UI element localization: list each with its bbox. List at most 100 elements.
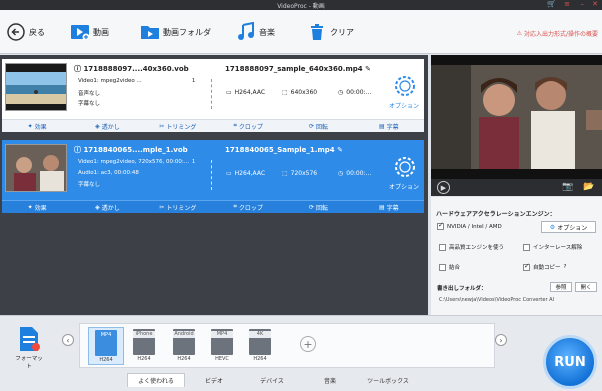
bottom-panel: フォーマット ‹ MP4 H264 iPhone H264 Android H2… <box>0 315 602 391</box>
track-badge: 1 <box>192 159 196 165</box>
add-music-button[interactable]: 音楽 <box>236 22 275 42</box>
add-preset-icon[interactable]: + <box>300 336 316 352</box>
clock-icon: ◷ <box>338 170 344 177</box>
open-folder-button[interactable]: 開く <box>575 282 597 292</box>
preset-android[interactable]: Android H264 <box>166 327 202 365</box>
audio-track-info[interactable]: 音声なし <box>78 89 100 97</box>
open-folder-icon[interactable]: 📂 <box>583 182 594 192</box>
convert-arrow <box>200 160 212 190</box>
help-link[interactable]: ⚠ 対応入出力形式/操作の概要 <box>517 29 598 38</box>
video-track-info: Video1: mpeg2video, 720x576, 00:00:... <box>78 159 189 165</box>
snapshot-camera-icon[interactable]: 📷 <box>562 182 573 192</box>
add-video-folder-button[interactable]: 動画フォルダ <box>140 22 211 42</box>
minimize-icon[interactable]: – <box>581 0 585 8</box>
output-codec: ▭ H264,AAC <box>226 170 266 177</box>
crop-button[interactable]: ⌗ クロップ <box>213 120 283 132</box>
effects-button[interactable]: ✦ 効果 <box>2 120 72 132</box>
run-button[interactable]: RUN <box>543 335 597 389</box>
preset-doc-icon: MP4 <box>211 329 233 355</box>
merge-checkbox[interactable]: 結合 <box>439 263 460 271</box>
list-item[interactable]: ⓘ 1718840065....mple_1.vob Video1: mpeg2… <box>2 140 424 213</box>
help-question-icon[interactable]: ? <box>564 264 567 270</box>
watermark-button[interactable]: ◈ 透かし <box>72 201 142 213</box>
preset-4k[interactable]: 4K H264 <box>242 327 278 365</box>
preset-doc-icon: iPhone <box>133 329 155 355</box>
subtitle-button[interactable]: ▤ 字幕 <box>354 201 424 213</box>
warning-icon: ⚠ <box>516 30 522 37</box>
format-button[interactable]: フォーマット <box>13 326 45 370</box>
trim-button[interactable]: ✂ トリミング <box>143 201 213 213</box>
clear-button[interactable]: クリア <box>307 22 354 42</box>
auto-copy-check-icon[interactable] <box>523 262 530 271</box>
video-thumbnail <box>5 144 67 192</box>
subtitle-icon: ▤ <box>378 203 385 211</box>
hq-engine-check-icon[interactable] <box>439 243 446 251</box>
settings-panel: ハードウェアアクセラレーションエンジン： NVIDIA / Intel / AM… <box>431 197 602 315</box>
play-icon[interactable]: ▶ <box>437 181 450 194</box>
video-preview <box>431 55 602 179</box>
tab-toolbox[interactable]: ツールボックス <box>359 373 417 387</box>
subtitle-track-info[interactable]: 字幕なし <box>78 180 100 188</box>
codec-option-gear-icon[interactable] <box>394 75 416 97</box>
rotate-button[interactable]: ⟳ 回転 <box>283 120 353 132</box>
format-label: フォーマット <box>15 356 43 370</box>
output-folder-label: 書き出しフォルダ： <box>437 286 487 292</box>
edit-pencil-icon[interactable]: ✎ <box>365 65 371 73</box>
subtitle-track-info[interactable]: 字幕なし <box>78 99 100 107</box>
preset-doc-icon: MP4 <box>95 330 117 356</box>
output-file-name[interactable]: 1718888097_sample_640x360.mp4 ✎ <box>225 65 371 73</box>
effects-button[interactable]: ✦ 効果 <box>2 201 72 213</box>
trim-button[interactable]: ✂ トリミング <box>143 120 213 132</box>
edit-pencil-icon[interactable]: ✎ <box>337 146 343 154</box>
output-duration: ◷ 00:00:... <box>338 89 372 96</box>
hw-accel-title: ハードウェアアクセラレーションエンジン： <box>436 211 556 218</box>
format-doc-icon <box>20 327 40 351</box>
presets-next-button[interactable]: › <box>495 334 507 346</box>
deinterlace-check-icon[interactable] <box>523 243 530 251</box>
gpu-check-icon[interactable] <box>437 221 444 230</box>
tab-music[interactable]: 音楽 <box>301 373 359 387</box>
tab-popular[interactable]: よく使われる <box>127 373 185 387</box>
source-file-name: ⓘ 1718840065....mple_1.vob <box>74 146 188 154</box>
cart-icon[interactable]: 🛒 <box>547 0 556 8</box>
output-file-name[interactable]: 1718840065_Sample_1.mp4 ✎ <box>225 146 343 154</box>
deinterlace-checkbox[interactable]: インターレース解除 <box>523 243 582 251</box>
subtitle-button[interactable]: ▤ 字幕 <box>354 120 424 132</box>
list-item[interactable]: ⓘ 1718888097....40x360.vob Video1: mpeg2… <box>2 59 424 132</box>
resolution-icon: ⬚ <box>282 170 288 177</box>
tab-device[interactable]: デバイス <box>243 373 301 387</box>
output-codec: ▭ H264,AAC <box>226 89 266 96</box>
toolbar: 戻る 動画 動画フォルダ 音楽 クリア ⚠ 対応入出力形式/操作の概要 <box>0 10 602 54</box>
preset-iphone[interactable]: iPhone H264 <box>126 327 162 365</box>
merge-check-icon[interactable] <box>439 263 446 271</box>
video-label: 動画 <box>93 27 109 37</box>
hq-engine-checkbox[interactable]: 高品質エンジンを使う <box>439 243 504 251</box>
auto-copy-checkbox[interactable]: 自動コピー ? <box>523 262 567 271</box>
chevron-right-icon: › <box>499 335 503 345</box>
preset-mp4-hevc[interactable]: MP4 HEVC <box>204 327 240 365</box>
option-label[interactable]: オプション <box>389 101 419 110</box>
option-label[interactable]: オプション <box>389 182 419 191</box>
gear-icon: ⚙ <box>549 223 556 231</box>
codec-option-gear-icon[interactable] <box>394 156 416 178</box>
gpu-checkbox[interactable]: NVIDIA / Intel / AMD <box>437 221 502 230</box>
preset-doc-icon: 4K <box>249 329 271 355</box>
presets-prev-button[interactable]: ‹ <box>62 334 74 346</box>
hw-option-button[interactable]: ⚙ オプション <box>541 221 596 233</box>
watermark-button[interactable]: ◈ 透かし <box>72 120 142 132</box>
rotate-button[interactable]: ⟳ 回転 <box>283 201 353 213</box>
menu-icon[interactable]: ≡ <box>564 0 570 8</box>
crop-button[interactable]: ⌗ クロップ <box>213 201 283 213</box>
back-button[interactable]: 戻る <box>6 22 45 42</box>
output-resolution: ⬚ 720x576 <box>282 170 318 177</box>
output-path[interactable]: C:\Users\newja\Videos\VideoProc Converte… <box>439 297 554 303</box>
scissors-icon: ✂ <box>159 122 165 130</box>
browse-button[interactable]: 参照 <box>550 282 572 292</box>
deinterlace-label: インターレース解除 <box>533 245 583 251</box>
edit-toolbar: ✦ 効果 ◈ 透かし ✂ トリミング ⌗ クロップ ⟳ 回転 ▤ 字幕 <box>2 200 424 213</box>
tab-video[interactable]: ビデオ <box>185 373 243 387</box>
add-video-button[interactable]: 動画 <box>70 22 109 42</box>
preset-mp4-h264[interactable]: MP4 H264 <box>88 327 124 365</box>
audio-track-info[interactable]: Audio1: ac3, 00:00:48 <box>78 170 139 176</box>
close-icon[interactable]: ✕ <box>592 0 598 8</box>
